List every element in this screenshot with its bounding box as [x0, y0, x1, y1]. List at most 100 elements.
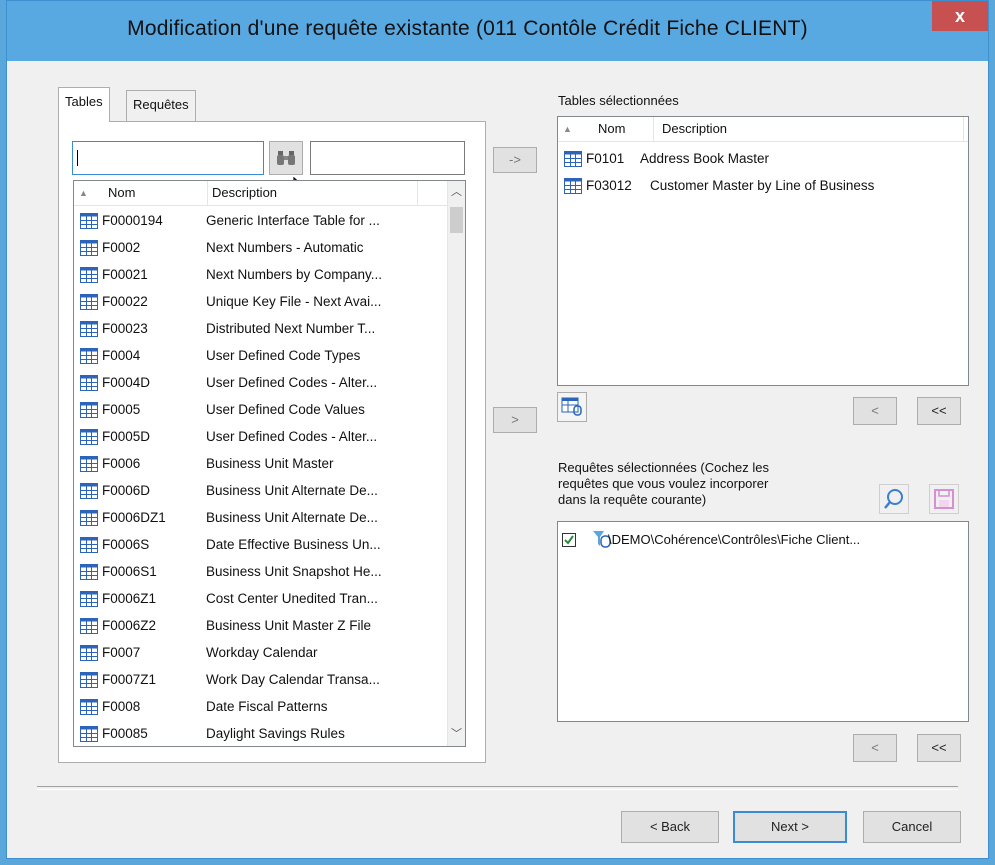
table-description: Business Unit Master: [206, 456, 334, 471]
scroll-down-icon[interactable]: ﹀: [448, 726, 465, 743]
table-description: Distributed Next Number T...: [206, 321, 376, 336]
table-row[interactable]: F00022 Unique Key File - Next Avai...: [74, 288, 446, 315]
selected-table-row[interactable]: F0101 Address Book Master: [558, 145, 958, 172]
table-description: Next Numbers - Automatic: [206, 240, 364, 255]
scrollbar-thumb[interactable]: [450, 207, 463, 233]
selected-queries-label: Requêtes sélectionnées (Cochez les requê…: [558, 460, 770, 507]
table-code: F0006S1: [102, 564, 157, 579]
back-button[interactable]: < Back: [621, 811, 719, 843]
query-list-item[interactable]: \DEMO\Cohérence\Contrôles\Fiche Client..…: [558, 526, 958, 553]
table-row[interactable]: F0005D User Defined Codes - Alter...: [74, 423, 446, 450]
sort-asc-icon: ▲: [563, 124, 572, 134]
table-row[interactable]: F0007Z1 Work Day Calendar Transa...: [74, 666, 446, 693]
selected-queries-list: \DEMO\Cohérence\Contrôles\Fiche Client..…: [557, 521, 969, 722]
table-code: F0004: [102, 348, 141, 363]
table-icon: [80, 267, 98, 283]
table-row[interactable]: F0006D Business Unit Alternate De...: [74, 477, 446, 504]
close-button[interactable]: x: [932, 1, 988, 31]
dialog-window: Modification d'une requête existante (01…: [6, 0, 989, 859]
table-row[interactable]: F0006 Business Unit Master: [74, 450, 446, 477]
table-row[interactable]: F0002 Next Numbers - Automatic: [74, 234, 446, 261]
table-code: F00085: [102, 726, 148, 741]
search-input[interactable]: [72, 141, 264, 175]
table-icon: [80, 456, 98, 472]
table-row[interactable]: F0006Z2 Business Unit Master Z File: [74, 612, 446, 639]
selected-table-row[interactable]: F03012 Customer Master by Line of Busines…: [558, 172, 958, 199]
table-icon: [80, 699, 98, 715]
table-description: Generic Interface Table for ...: [206, 213, 380, 228]
table-icon: [80, 429, 98, 445]
table-row[interactable]: F0006Z1 Cost Center Unedited Tran...: [74, 585, 446, 612]
table-description: Business Unit Snapshot He...: [206, 564, 382, 579]
title-bar: Modification d'une requête existante (01…: [7, 1, 988, 61]
table-row[interactable]: F0000194 Generic Interface Table for ...: [74, 207, 446, 234]
save-query-button[interactable]: [929, 484, 959, 514]
table-code: F00021: [102, 267, 148, 282]
add-table-button[interactable]: ->: [493, 147, 537, 173]
table-icon: [80, 726, 98, 742]
table-row[interactable]: F00023 Distributed Next Number T...: [74, 315, 446, 342]
find-button[interactable]: [269, 141, 303, 175]
table-description: Business Unit Alternate De...: [206, 510, 378, 525]
table-description: Daylight Savings Rules: [206, 726, 345, 741]
table-code: F0008: [102, 699, 141, 714]
table-row[interactable]: F0004D User Defined Codes - Alter...: [74, 369, 446, 396]
add-query-button[interactable]: >: [493, 407, 537, 433]
save-icon: [934, 489, 954, 509]
table-description: Address Book Master: [640, 151, 770, 166]
search-query-button[interactable]: [879, 484, 909, 514]
remove-all-queries-button[interactable]: <<: [917, 734, 961, 762]
query-path: \DEMO\Cohérence\Contrôles\Fiche Client..…: [608, 532, 861, 547]
tables-tab-panel: ▲ Nom Description F0000194 Generic Interf…: [58, 121, 486, 763]
table-row[interactable]: F0006S Date Effective Business Un...: [74, 531, 446, 558]
column-header-nom[interactable]: Nom: [90, 181, 208, 205]
table-row[interactable]: F00021 Next Numbers by Company...: [74, 261, 446, 288]
table-icon: [80, 402, 98, 418]
remove-all-tables-button[interactable]: <<: [917, 397, 961, 425]
next-button[interactable]: Next >: [733, 811, 847, 843]
table-row[interactable]: F0008 Date Fiscal Patterns: [74, 693, 446, 720]
table-icon: [80, 672, 98, 688]
table-icon: [564, 151, 582, 167]
filter-input[interactable]: [310, 141, 465, 175]
table-description: Business Unit Master Z File: [206, 618, 372, 633]
table-row[interactable]: F0004 User Defined Code Types: [74, 342, 446, 369]
tab-requetes[interactable]: Requêtes: [126, 90, 196, 122]
table-row[interactable]: F0005 User Defined Code Values: [74, 396, 446, 423]
table-icon: [80, 375, 98, 391]
table-description: Unique Key File - Next Avai...: [206, 294, 382, 309]
table-row[interactable]: F00085 Daylight Savings Rules: [74, 720, 446, 746]
table-description: Work Day Calendar Transa...: [206, 672, 380, 687]
table-row[interactable]: F0006DZ1 Business Unit Alternate De...: [74, 504, 446, 531]
scroll-up-icon[interactable]: ︿: [448, 184, 465, 201]
column-header-description[interactable]: Description: [208, 181, 418, 205]
tab-tables[interactable]: Tables: [58, 87, 110, 122]
table-code: F0006S: [102, 537, 150, 552]
table-icon: [80, 294, 98, 310]
table-description: User Defined Codes - Alter...: [206, 375, 378, 390]
table-icon: [80, 213, 98, 229]
table-icon: [80, 483, 98, 499]
table-properties-button[interactable]: [557, 392, 587, 422]
remove-table-button[interactable]: <: [853, 397, 897, 425]
column-header-description[interactable]: Description: [654, 117, 964, 141]
column-header-nom[interactable]: Nom: [574, 117, 654, 141]
table-code: F0005D: [102, 429, 151, 444]
cancel-button[interactable]: Cancel: [863, 811, 961, 843]
table-code: F0006Z2: [102, 618, 157, 633]
tables-list: ▲ Nom Description F0000194 Generic Interf…: [73, 180, 466, 747]
table-row[interactable]: F0006S1 Business Unit Snapshot He...: [74, 558, 446, 585]
selected-tables-header: ▲ Nom Description: [558, 117, 968, 142]
table-icon: [80, 510, 98, 526]
table-code: F0101: [586, 151, 625, 166]
table-code: F0004D: [102, 375, 151, 390]
table-icon: [80, 240, 98, 256]
table-row[interactable]: F0007 Workday Calendar: [74, 639, 446, 666]
table-icon: [80, 618, 98, 634]
query-checkbox[interactable]: [562, 533, 576, 547]
table-code: F0000194: [102, 213, 163, 228]
remove-query-button[interactable]: <: [853, 734, 897, 762]
table-description: Date Fiscal Patterns: [206, 699, 328, 714]
table-icon: [564, 178, 582, 194]
tables-list-scrollbar[interactable]: ︿ ﹀: [447, 181, 465, 746]
